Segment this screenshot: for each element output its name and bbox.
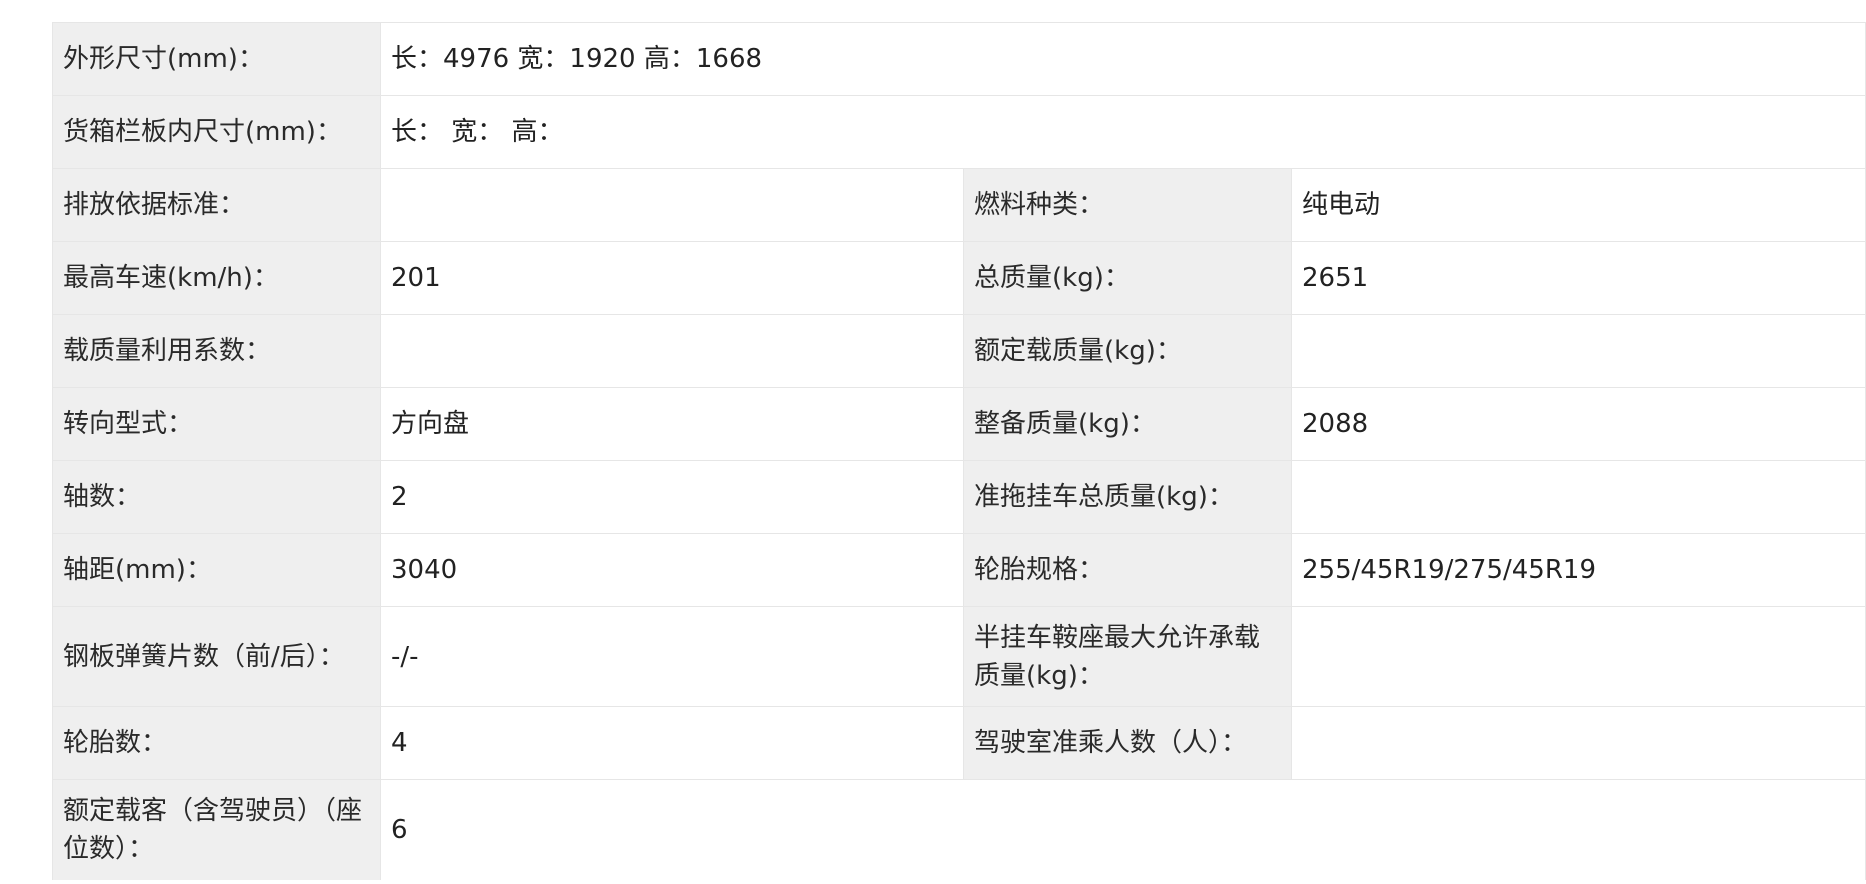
label-rated-load: 额定载质量(kg)： — [963, 314, 1292, 388]
label-cab-passengers: 驾驶室准乘人数（人）： — [963, 706, 1292, 780]
label-axle-count: 轴数： — [52, 460, 381, 534]
value-curb-mass: 2088 — [1291, 387, 1866, 461]
value-cargo-box-dimensions: 长： 宽： 高： — [380, 95, 1866, 169]
value-leaf-springs: -/- — [380, 606, 964, 707]
table-row-leaf-springs-saddle: 钢板弹簧片数（前/后）： -/- 半挂车鞍座最大允许承载质量(kg)： — [52, 606, 1866, 707]
table-row-seating: 额定载客（含驾驶员）（座位数）： 6 — [52, 779, 1866, 880]
value-axle-count: 2 — [380, 460, 964, 534]
label-tire-count: 轮胎数： — [52, 706, 381, 780]
table-row-dimensions: 外形尺寸(mm)： 长：4976 宽：1920 高：1668 — [52, 22, 1866, 96]
label-curb-mass: 整备质量(kg)： — [963, 387, 1292, 461]
table-row-wheelbase-tire: 轴距(mm)： 3040 轮胎规格： 255/45R19/275/45R19 — [52, 533, 1866, 607]
value-max-speed: 201 — [380, 241, 964, 315]
label-load-coefficient: 载质量利用系数： — [52, 314, 381, 388]
table-row-speed-mass: 最高车速(km/h)： 201 总质量(kg)： 2651 — [52, 241, 1866, 315]
table-row-emission-fuel: 排放依据标准： 燃料种类： 纯电动 — [52, 168, 1866, 242]
label-fuel-type: 燃料种类： — [963, 168, 1292, 242]
label-max-speed: 最高车速(km/h)： — [52, 241, 381, 315]
table-row-tires-cab: 轮胎数： 4 驾驶室准乘人数（人）： — [52, 706, 1866, 780]
vehicle-spec-table: 外形尺寸(mm)： 长：4976 宽：1920 高：1668 货箱栏板内尺寸(m… — [52, 22, 1866, 880]
value-total-mass: 2651 — [1291, 241, 1866, 315]
label-steering-type: 转向型式： — [52, 387, 381, 461]
value-saddle-load — [1291, 606, 1866, 707]
label-leaf-springs: 钢板弹簧片数（前/后）： — [52, 606, 381, 707]
label-total-mass: 总质量(kg)： — [963, 241, 1292, 315]
label-trailer-mass: 准拖挂车总质量(kg)： — [963, 460, 1292, 534]
label-cargo-box-dimensions: 货箱栏板内尺寸(mm)： — [52, 95, 381, 169]
table-row-cargo-box-dimensions: 货箱栏板内尺寸(mm)： 长： 宽： 高： — [52, 95, 1866, 169]
label-tire-spec: 轮胎规格： — [963, 533, 1292, 607]
table-row-steering-curb: 转向型式： 方向盘 整备质量(kg)： 2088 — [52, 387, 1866, 461]
table-row-load-coefficient: 载质量利用系数： 额定载质量(kg)： — [52, 314, 1866, 388]
label-emission-standard: 排放依据标准： — [52, 168, 381, 242]
value-cab-passengers — [1291, 706, 1866, 780]
label-wheelbase: 轴距(mm)： — [52, 533, 381, 607]
value-tire-spec: 255/45R19/275/45R19 — [1291, 533, 1866, 607]
value-emission-standard — [380, 168, 964, 242]
value-steering-type: 方向盘 — [380, 387, 964, 461]
value-seating-capacity: 6 — [380, 779, 1866, 880]
label-dimensions: 外形尺寸(mm)： — [52, 22, 381, 96]
value-load-coefficient — [380, 314, 964, 388]
value-fuel-type: 纯电动 — [1291, 168, 1866, 242]
table-row-axles-trailer: 轴数： 2 准拖挂车总质量(kg)： — [52, 460, 1866, 534]
value-wheelbase: 3040 — [380, 533, 964, 607]
value-dimensions: 长：4976 宽：1920 高：1668 — [380, 22, 1866, 96]
label-seating-capacity: 额定载客（含驾驶员）（座位数）： — [52, 779, 381, 880]
value-trailer-mass — [1291, 460, 1866, 534]
label-saddle-load: 半挂车鞍座最大允许承载质量(kg)： — [963, 606, 1292, 707]
value-tire-count: 4 — [380, 706, 964, 780]
value-rated-load — [1291, 314, 1866, 388]
